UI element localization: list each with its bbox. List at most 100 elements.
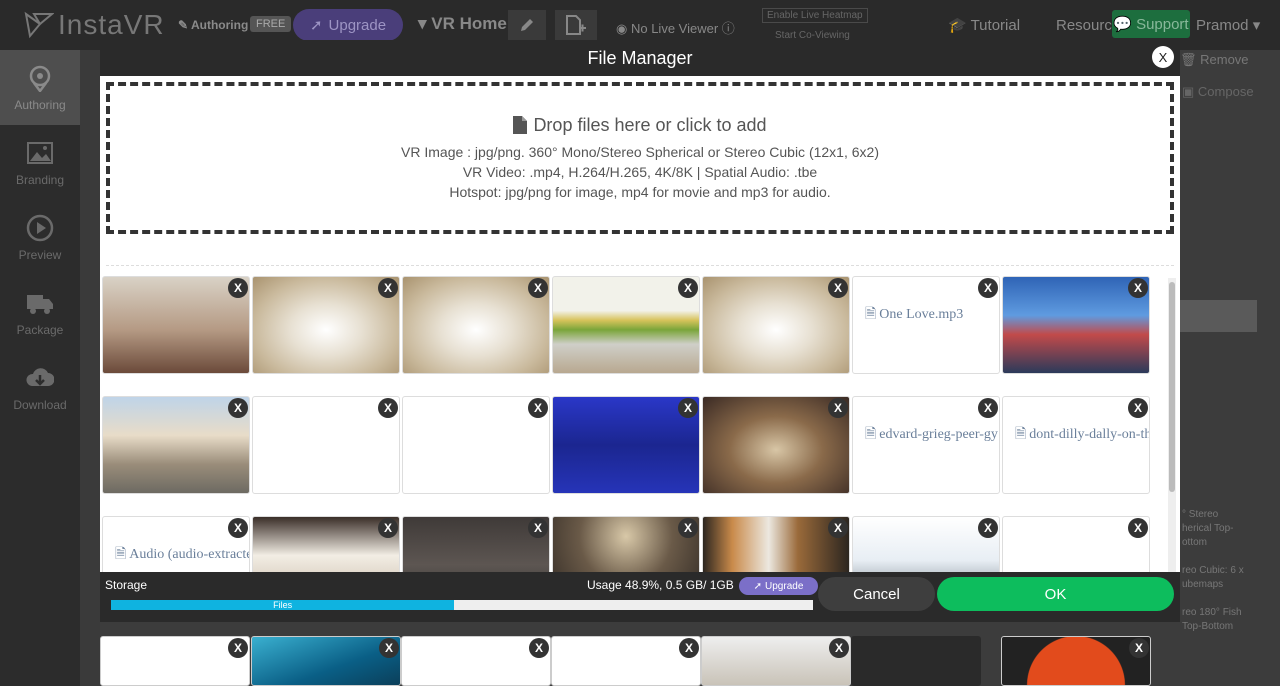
- stereo-options-text: ° Stereo herical Top- ottom reo Cubic: 6…: [1182, 509, 1244, 632]
- delete-icon[interactable]: X: [678, 518, 698, 538]
- pencil-icon: [521, 19, 533, 31]
- background-block: [1180, 300, 1257, 332]
- audio-file-name: 🗎 dont-dilly-dally-on-th: [1015, 423, 1149, 447]
- delete-icon[interactable]: X: [978, 398, 998, 418]
- delete-icon[interactable]: X: [378, 518, 398, 538]
- image-file-tile[interactable]: X: [552, 396, 700, 494]
- sidebar-item-branding[interactable]: Branding: [0, 125, 80, 200]
- audio-file-tile[interactable]: 🗎 dont-dilly-dally-on-th X: [1002, 396, 1150, 494]
- enable-heatmap-button[interactable]: Enable Live Heatmap: [762, 8, 868, 23]
- storage-usage: Usage 48.9%, 0.5 GB/ 1GB: [587, 578, 734, 592]
- sidebar-label: Preview: [18, 247, 62, 262]
- upgrade-label: Upgrade: [328, 16, 387, 34]
- audio-file-tile[interactable]: 🗎 edvard-grieg-peer-gy X: [852, 396, 1000, 494]
- sidebar-item-authoring[interactable]: Authoring: [0, 50, 80, 125]
- add-page-button[interactable]: [555, 10, 597, 40]
- delete-icon[interactable]: X: [829, 638, 849, 658]
- peek-tile: X: [1001, 636, 1151, 686]
- delete-icon[interactable]: X: [228, 398, 248, 418]
- live-viewer-status[interactable]: ◉ No Live Viewer ⓘ: [616, 18, 735, 37]
- upgrade-text: Upgrade: [765, 580, 804, 592]
- audio-file-tile[interactable]: 🗎 One Love.mp3 X: [852, 276, 1000, 374]
- storage-progress-fill: Files: [111, 600, 455, 610]
- audio-file-name: 🗎 edvard-grieg-peer-gy: [865, 423, 998, 447]
- support-button[interactable]: 💬 Support: [1112, 10, 1190, 38]
- ok-button[interactable]: OK: [937, 577, 1174, 611]
- delete-icon[interactable]: X: [228, 518, 248, 538]
- sidebar-item-download[interactable]: Download: [0, 350, 80, 425]
- peek-tile: X: [401, 636, 551, 686]
- image-file-tile[interactable]: X: [102, 276, 250, 374]
- sidebar-item-package[interactable]: Package: [0, 275, 80, 350]
- delete-icon[interactable]: X: [1128, 398, 1148, 418]
- delete-icon[interactable]: X: [228, 638, 248, 658]
- delete-icon[interactable]: X: [1129, 638, 1149, 658]
- delete-icon[interactable]: X: [678, 278, 698, 298]
- sidebar-label: Download: [13, 397, 67, 412]
- modal-title: File Manager: [587, 47, 693, 68]
- delete-icon[interactable]: X: [379, 638, 399, 658]
- audio-file-label: One Love.mp3: [879, 307, 964, 322]
- image-file-tile[interactable]: X: [702, 276, 850, 374]
- storage-label: Storage: [105, 578, 148, 592]
- user-menu[interactable]: Pramod ▾: [1196, 16, 1260, 34]
- left-sidebar: Authoring Branding Preview Package Downl…: [0, 50, 80, 686]
- tutorial-text: Tutorial: [970, 17, 1021, 34]
- delete-icon[interactable]: X: [378, 398, 398, 418]
- image-file-tile[interactable]: X: [252, 276, 400, 374]
- sidebar-label: Branding: [15, 172, 65, 187]
- rocket-icon: ➚: [753, 580, 763, 592]
- delete-icon[interactable]: X: [228, 278, 248, 298]
- support-text: Support: [1136, 15, 1189, 33]
- delete-icon[interactable]: X: [828, 518, 848, 538]
- sidebar-item-preview[interactable]: Preview: [0, 200, 80, 275]
- dropzone-video-hint: VR Video: .mp4, H.264/H.265, 4K/8K | Spa…: [462, 163, 818, 180]
- scrollbar-thumb[interactable]: [1169, 282, 1175, 492]
- upgrade-button[interactable]: ➚ Upgrade: [293, 9, 403, 41]
- delete-icon[interactable]: X: [378, 278, 398, 298]
- delete-icon[interactable]: X: [828, 398, 848, 418]
- peek-tile: X: [551, 636, 701, 686]
- storage-progress-bar: Files: [111, 600, 813, 610]
- dropzone-title-text: Drop files here or click to add: [533, 114, 767, 135]
- delete-icon[interactable]: X: [1128, 518, 1148, 538]
- delete-icon[interactable]: X: [528, 398, 548, 418]
- close-button[interactable]: X: [1152, 46, 1174, 68]
- cloud-download-icon: [26, 367, 54, 386]
- storage-upgrade-button[interactable]: ➚ Upgrade: [739, 577, 818, 595]
- cancel-button[interactable]: Cancel: [818, 577, 935, 611]
- delete-icon[interactable]: X: [528, 278, 548, 298]
- image-file-tile[interactable]: X: [702, 396, 850, 494]
- audio-file-name: 🗎 Audio (audio-extracte: [115, 543, 249, 567]
- grid-scrollbar[interactable]: [1168, 278, 1176, 612]
- modal-header: File Manager X: [100, 40, 1180, 76]
- instavr-logo[interactable]: InstaVR: [24, 8, 165, 42]
- image-file-tile[interactable]: X: [1002, 276, 1150, 374]
- delete-icon[interactable]: X: [679, 638, 699, 658]
- peek-tile: X: [701, 636, 851, 686]
- delete-icon[interactable]: X: [528, 518, 548, 538]
- delete-icon[interactable]: X: [978, 278, 998, 298]
- tutorial-link[interactable]: 🎓 Tutorial: [948, 16, 1020, 34]
- delete-icon[interactable]: X: [1128, 278, 1148, 298]
- file-dropzone[interactable]: Drop files here or click to add VR Image…: [106, 82, 1174, 234]
- file-tile[interactable]: X: [252, 396, 400, 494]
- map-pin-icon: [29, 65, 51, 92]
- compose-button[interactable]: ▣ Compose: [1182, 84, 1254, 100]
- truck-icon: [27, 294, 53, 314]
- image-file-tile[interactable]: X: [102, 396, 250, 494]
- file-tile[interactable]: X: [402, 396, 550, 494]
- image-file-tile[interactable]: X: [552, 276, 700, 374]
- delete-icon[interactable]: X: [529, 638, 549, 658]
- dropzone-image-hint: VR Image : jpg/png. 360° Mono/Stereo Sph…: [401, 143, 879, 160]
- logo-mark-icon: [24, 11, 54, 39]
- image-file-tile[interactable]: X: [402, 276, 550, 374]
- delete-icon[interactable]: X: [828, 278, 848, 298]
- project-dropdown[interactable]: ▾ VR Home: [418, 14, 507, 34]
- logo-text: InstaVR: [58, 9, 165, 40]
- delete-icon[interactable]: X: [978, 518, 998, 538]
- delete-icon[interactable]: X: [678, 398, 698, 418]
- audio-file-label: edvard-grieg-peer-gy: [879, 427, 998, 442]
- remove-button[interactable]: 🗑 Remove: [1180, 52, 1250, 72]
- edit-project-button[interactable]: [508, 10, 546, 40]
